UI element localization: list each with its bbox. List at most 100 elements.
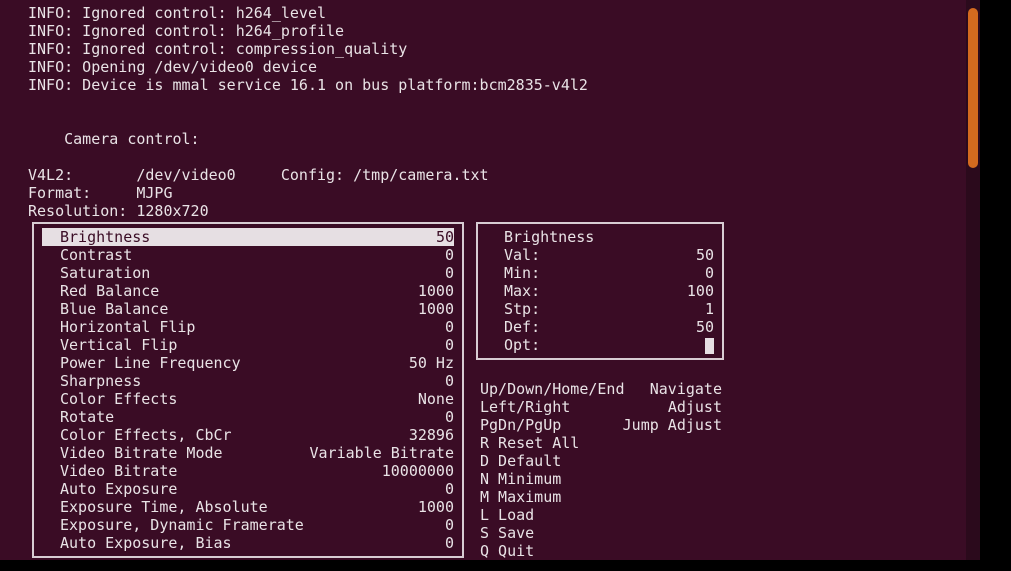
control-row[interactable]: Video Bitrate Mode Variable Bitrate (42, 444, 454, 462)
control-name: Saturation (42, 264, 150, 282)
detail-key: Def: (486, 318, 540, 336)
config-value: /tmp/camera.txt (353, 166, 488, 184)
control-name: Blue Balance (42, 300, 168, 318)
detail-row: Val: 50 (486, 246, 714, 264)
help-command-text: L Load (480, 506, 534, 524)
control-value: Variable Bitrate (310, 444, 455, 462)
help-action: Navigate (650, 380, 722, 398)
detail-value: 0 (705, 264, 714, 282)
control-value: 0 (445, 372, 454, 390)
control-name: Vertical Flip (42, 336, 177, 354)
control-value: 10000000 (382, 462, 454, 480)
help-action: Adjust (668, 398, 722, 416)
detail-key: Stp: (486, 300, 540, 318)
format-value: MJPG (136, 184, 172, 202)
control-value: 32896 (409, 426, 454, 444)
camera-control-title: Camera control: (64, 130, 199, 148)
log-line: INFO: Device is mmal service 16.1 on bus… (0, 76, 980, 94)
help-action: Jump Adjust (623, 416, 722, 434)
detail-title: Brightness (486, 228, 714, 246)
detail-value: 1 (705, 300, 714, 318)
control-value: 0 (445, 264, 454, 282)
control-row[interactable]: Power Line Frequency50 Hz (42, 354, 454, 372)
terminal-window: INFO: Ignored control: h264_level INFO: I… (0, 0, 980, 560)
help-command: Q Quit (480, 542, 722, 560)
help-command: M Maximum (480, 488, 722, 506)
control-name: Color Effects (42, 390, 177, 408)
control-row[interactable]: Blue Balance 1000 (42, 300, 454, 318)
control-row[interactable]: Saturation 0 (42, 264, 454, 282)
detail-row: Max:100 (486, 282, 714, 300)
help-command-text: R Reset All (480, 434, 579, 452)
help-line: Left/Right Adjust (480, 398, 722, 416)
log-output: INFO: Ignored control: h264_level INFO: I… (0, 4, 980, 94)
cursor (705, 338, 714, 354)
control-name: Color Effects, CbCr (42, 426, 232, 444)
detail-row: Opt: (486, 336, 714, 354)
help-command: R Reset All (480, 434, 722, 452)
control-name: Sharpness (42, 372, 141, 390)
control-name: Power Line Frequency (42, 354, 241, 372)
help-command: S Save (480, 524, 722, 542)
help-key: Left/Right (480, 398, 570, 416)
control-row[interactable]: Sharpness 0 (42, 372, 454, 390)
detail-key: Val: (486, 246, 540, 264)
res-label: Resolution: (28, 202, 127, 220)
control-name: Red Balance (42, 282, 159, 300)
help-key: Up/Down/Home/End (480, 380, 625, 398)
control-value: 0 (445, 318, 454, 336)
control-row[interactable]: Rotate 0 (42, 408, 454, 426)
control-detail: BrightnessVal:50Min:0Max:100Stp:1Def:50O… (476, 222, 724, 360)
help-line: PgDn/PgUp Jump Adjust (480, 416, 722, 434)
control-value: 0 (445, 516, 454, 534)
config-label: Config: (281, 166, 344, 184)
control-name: Exposure Time, Absolute (42, 498, 268, 516)
control-name: Brightness (42, 228, 150, 246)
help-command: N Minimum (480, 470, 722, 488)
control-row[interactable]: Exposure, Dynamic Framerate0 (42, 516, 454, 534)
help-command-text: S Save (480, 524, 534, 542)
header-v4l2: V4L2: /dev/video0 Config: /tmp/camera.tx… (0, 166, 980, 184)
control-value: 0 (445, 534, 454, 552)
blank-line (0, 94, 980, 112)
control-value: 0 (445, 408, 454, 426)
control-value: 0 (445, 246, 454, 264)
control-row[interactable]: Auto Exposure0 (42, 480, 454, 498)
log-line: INFO: Ignored control: h264_level (0, 4, 980, 22)
control-row[interactable]: Contrast 0 (42, 246, 454, 264)
help-command: D Default (480, 452, 722, 470)
v4l2-label: V4L2: (28, 166, 73, 184)
scrollbar-thumb[interactable] (968, 8, 978, 168)
help-command-text: M Maximum (480, 488, 561, 506)
control-value: 1000 (418, 282, 454, 300)
control-name: Video Bitrate Mode (42, 444, 223, 462)
detail-value: 50 (696, 318, 714, 336)
v4l2-value: /dev/video0 (136, 166, 235, 184)
control-value: 1000 (418, 300, 454, 318)
log-line: INFO: Ignored control: compression_quali… (0, 40, 980, 58)
control-value: 0 (445, 480, 454, 498)
control-row[interactable]: Auto Exposure, Bias 0 (42, 534, 454, 552)
control-row[interactable]: Vertical Flip0 (42, 336, 454, 354)
controls-list[interactable]: Brightness50Contrast0Saturation0Red Bala… (32, 222, 464, 558)
header-title: Camera control: (0, 112, 980, 166)
control-row[interactable]: Red Balance 1000 (42, 282, 454, 300)
control-value: None (418, 390, 454, 408)
scrollbar[interactable] (966, 0, 980, 560)
control-row[interactable]: Video Bitrate10000000 (42, 462, 454, 480)
control-row[interactable]: Exposure Time, Absolute 1000 (42, 498, 454, 516)
control-name: Rotate (42, 408, 114, 426)
detail-value: 50 (696, 246, 714, 264)
control-name: Contrast (42, 246, 132, 264)
help-key: PgDn/PgUp (480, 416, 561, 434)
control-value: 50 (436, 228, 454, 246)
detail-key: Min: (486, 264, 540, 282)
control-name: Auto Exposure, Bias (42, 534, 232, 552)
control-row[interactable]: Color Effects, CbCr 32896 (42, 426, 454, 444)
control-row[interactable]: Brightness 50 (42, 228, 454, 246)
control-row[interactable]: Horizontal Flip0 (42, 318, 454, 336)
control-value: 1000 (418, 498, 454, 516)
detail-row: Min: 0 (486, 264, 714, 282)
help-command-text: Q Quit (480, 542, 534, 560)
control-row[interactable]: Color Effects None (42, 390, 454, 408)
